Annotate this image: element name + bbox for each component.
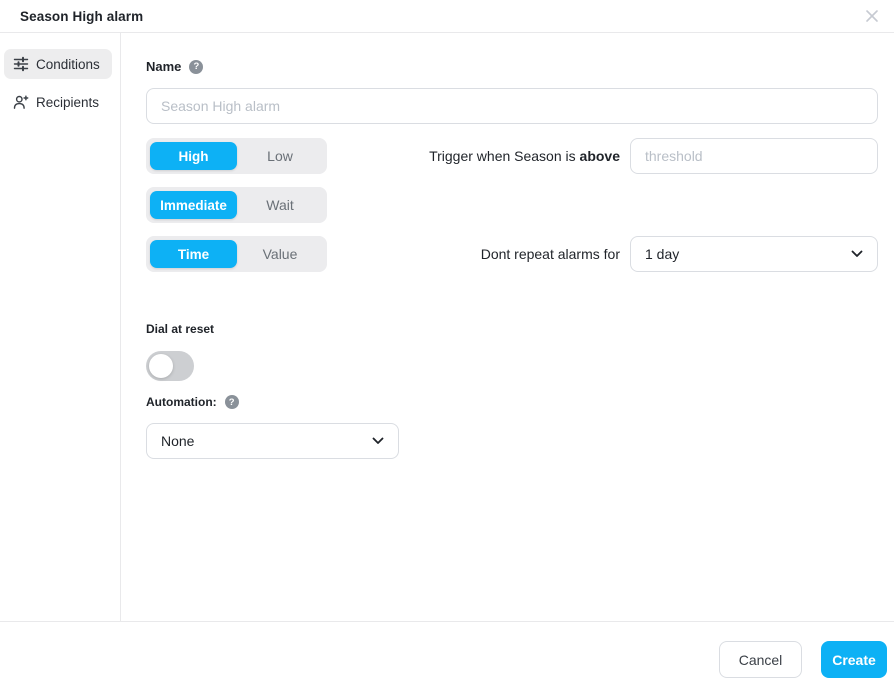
- modal-footer: Cancel Create: [0, 621, 894, 683]
- trigger-group: Trigger when Season is above: [429, 138, 878, 174]
- trigger-label: Trigger when Season is above: [429, 148, 620, 164]
- sidebar-item-recipients[interactable]: Recipients: [4, 87, 112, 117]
- switch-knob: [149, 354, 173, 378]
- repeat-select[interactable]: 1 day: [630, 236, 878, 272]
- close-icon: [865, 9, 879, 23]
- modal-title: Season High alarm: [20, 9, 143, 24]
- repeat-select-value: 1 day: [645, 246, 679, 262]
- modal-header: Season High alarm: [0, 0, 894, 33]
- name-input-wrap: [146, 88, 878, 124]
- high-low-row: High Low Trigger when Season is above: [146, 138, 878, 174]
- automation-select-value: None: [161, 433, 194, 449]
- chevron-down-icon: [372, 437, 384, 445]
- sliders-icon: [13, 56, 29, 72]
- chevron-down-icon: [851, 250, 863, 258]
- toggle-option-value[interactable]: Value: [237, 246, 323, 262]
- automation-select[interactable]: None: [146, 423, 399, 459]
- sidebar-item-label: Recipients: [36, 95, 99, 110]
- repeat-group: Dont repeat alarms for 1 day: [481, 236, 878, 272]
- create-button[interactable]: Create: [821, 641, 887, 678]
- repeat-label: Dont repeat alarms for: [481, 246, 620, 262]
- toggle-option-time[interactable]: Time: [150, 240, 237, 268]
- alarm-modal: Season High alarm: [0, 0, 894, 683]
- person-plus-icon: [13, 94, 29, 110]
- toggle-option-wait[interactable]: Wait: [237, 197, 323, 213]
- immediate-wait-row: Immediate Wait: [146, 187, 878, 223]
- name-label: Name: [146, 59, 181, 74]
- sidebar: Conditions Recipients: [0, 33, 121, 621]
- automation-label-row: Automation: ?: [146, 395, 878, 409]
- toggle-option-high[interactable]: High: [150, 142, 237, 170]
- modal-body: Conditions Recipients Name ?: [0, 33, 894, 621]
- toggle-option-immediate[interactable]: Immediate: [150, 191, 237, 219]
- time-value-row: Time Value Dont repeat alarms for 1 day: [146, 236, 878, 272]
- automation-help-icon[interactable]: ?: [225, 395, 239, 409]
- dial-at-reset-switch[interactable]: [146, 351, 194, 381]
- name-help-icon[interactable]: ?: [189, 60, 203, 74]
- name-label-row: Name ?: [146, 59, 878, 74]
- threshold-input[interactable]: [630, 138, 878, 174]
- trigger-label-above: above: [580, 148, 620, 164]
- toggle-option-low[interactable]: Low: [237, 148, 323, 164]
- cancel-button[interactable]: Cancel: [719, 641, 802, 678]
- trigger-label-prefix: Trigger when Season is: [429, 148, 576, 164]
- sidebar-item-conditions[interactable]: Conditions: [4, 49, 112, 79]
- dial-at-reset-label: Dial at reset: [146, 322, 214, 336]
- close-button[interactable]: [860, 4, 884, 28]
- name-input[interactable]: [146, 88, 878, 124]
- conditions-panel: Name ? High Low Trigger when Season is a…: [121, 33, 894, 621]
- automation-label: Automation:: [146, 395, 217, 409]
- immediate-wait-toggle[interactable]: Immediate Wait: [146, 187, 327, 223]
- sidebar-item-label: Conditions: [36, 57, 100, 72]
- time-value-toggle[interactable]: Time Value: [146, 236, 327, 272]
- dial-at-reset-label-row: Dial at reset: [146, 320, 878, 338]
- high-low-toggle[interactable]: High Low: [146, 138, 327, 174]
